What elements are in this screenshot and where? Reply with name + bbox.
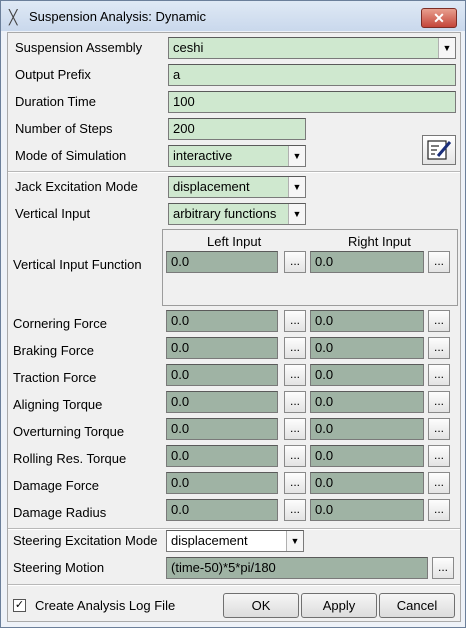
window-title: Suspension Analysis: Dynamic: [29, 9, 207, 24]
force-row-right-browse[interactable]: ...: [428, 445, 450, 467]
force-row-right-browse[interactable]: ...: [428, 310, 450, 332]
checkmark-icon: ✓: [14, 599, 25, 611]
vertical-input-function-right[interactable]: 0.0: [310, 251, 424, 273]
jack-excitation-mode-select[interactable]: displacement ▼: [168, 176, 306, 198]
force-row-right-browse[interactable]: ...: [428, 472, 450, 494]
vertical-input-function-right-browse[interactable]: ...: [428, 251, 450, 273]
force-row-label: Overturning Torque: [13, 424, 125, 439]
vertical-input-function-left-browse[interactable]: ...: [284, 251, 306, 273]
chevron-down-icon[interactable]: ▼: [286, 531, 303, 551]
force-row-right-browse[interactable]: ...: [428, 364, 450, 386]
force-row-right-input[interactable]: 0.0: [310, 445, 424, 467]
force-row-right-input[interactable]: 0.0: [310, 499, 424, 521]
mode-of-simulation-value: interactive: [173, 148, 233, 163]
force-row-left-input[interactable]: 0.0: [166, 391, 278, 413]
force-row-left-input[interactable]: 0.0: [166, 499, 278, 521]
dialog-window: ╳ Suspension Analysis: Dynamic ✕ Suspens…: [0, 0, 466, 628]
vertical-input-select[interactable]: arbitrary functions ▼: [168, 203, 306, 225]
title-bar[interactable]: ╳ Suspension Analysis: Dynamic ✕: [1, 1, 465, 31]
force-row-right-input[interactable]: 0.0: [310, 391, 424, 413]
force-row-right-input[interactable]: 0.0: [310, 418, 424, 440]
force-row-right-browse[interactable]: ...: [428, 391, 450, 413]
cancel-button[interactable]: Cancel: [379, 593, 455, 618]
steering-motion-label: Steering Motion: [13, 560, 105, 575]
force-row-left-browse[interactable]: ...: [284, 337, 306, 359]
output-prefix-label: Output Prefix: [15, 67, 91, 82]
force-row-left-browse[interactable]: ...: [284, 445, 306, 467]
log-file-label: Create Analysis Log File: [35, 598, 176, 613]
force-row-label: Cornering Force: [13, 316, 107, 331]
force-row-label: Damage Force: [13, 478, 99, 493]
section-divider: [8, 584, 460, 586]
force-row-right-browse[interactable]: ...: [428, 418, 450, 440]
right-input-header: Right Input: [348, 234, 411, 249]
force-row-left-browse[interactable]: ...: [284, 499, 306, 521]
force-row-left-browse[interactable]: ...: [284, 472, 306, 494]
vertical-input-function-left[interactable]: 0.0: [166, 251, 278, 273]
jack-excitation-mode-label: Jack Excitation Mode: [15, 179, 138, 194]
force-row-left-input[interactable]: 0.0: [166, 472, 278, 494]
duration-time-input[interactable]: 100: [168, 91, 456, 113]
steering-motion-input[interactable]: (time-50)*5*pi/180: [166, 557, 428, 579]
steering-motion-browse[interactable]: ...: [432, 557, 454, 579]
force-row-right-input[interactable]: 0.0: [310, 337, 424, 359]
force-row-right-browse[interactable]: ...: [428, 337, 450, 359]
left-input-header: Left Input: [207, 234, 262, 249]
force-row-left-input[interactable]: 0.0: [166, 310, 278, 332]
close-button[interactable]: ✕: [421, 8, 457, 28]
notepad-pen-icon: [427, 140, 452, 160]
force-row-left-input[interactable]: 0.0: [166, 364, 278, 386]
vertical-input-function-label: Vertical Input Function: [13, 257, 142, 272]
force-row-left-browse[interactable]: ...: [284, 391, 306, 413]
suspension-assembly-value: ceshi: [173, 40, 204, 55]
duration-time-label: Duration Time: [15, 94, 96, 109]
vertical-input-label: Vertical Input: [15, 206, 91, 221]
force-row-left-input[interactable]: 0.0: [166, 445, 278, 467]
chevron-down-icon[interactable]: ▼: [288, 204, 305, 224]
apply-button[interactable]: Apply: [301, 593, 377, 618]
force-row-label: Rolling Res. Torque: [13, 451, 127, 466]
chevron-down-icon[interactable]: ▼: [288, 146, 305, 166]
chevron-down-icon[interactable]: ▼: [438, 38, 455, 58]
force-row-right-input[interactable]: 0.0: [310, 472, 424, 494]
force-row-label: Traction Force: [13, 370, 97, 385]
number-of-steps-label: Number of Steps: [15, 121, 113, 136]
output-prefix-input[interactable]: a: [168, 64, 456, 86]
chevron-down-icon[interactable]: ▼: [288, 177, 305, 197]
force-row-right-input[interactable]: 0.0: [310, 364, 424, 386]
force-row-left-browse[interactable]: ...: [284, 310, 306, 332]
mode-of-simulation-label: Mode of Simulation: [15, 148, 127, 163]
close-icon: ✕: [433, 10, 445, 26]
number-of-steps-input[interactable]: 200: [168, 118, 306, 140]
force-row-right-browse[interactable]: ...: [428, 499, 450, 521]
force-row-left-browse[interactable]: ...: [284, 418, 306, 440]
suspension-assembly-select[interactable]: ceshi ▼: [168, 37, 456, 59]
log-file-checkbox[interactable]: ✓: [13, 599, 26, 612]
steering-excitation-mode-label: Steering Excitation Mode: [13, 533, 158, 548]
force-row-left-input[interactable]: 0.0: [166, 337, 278, 359]
steering-excitation-mode-value: displacement: [171, 533, 248, 548]
force-row-label: Aligning Torque: [13, 397, 103, 412]
steering-excitation-mode-select[interactable]: displacement ▼: [166, 530, 304, 552]
force-row-right-input[interactable]: 0.0: [310, 310, 424, 332]
dialog-body: Suspension Assembly ceshi ▼ Output Prefi…: [7, 32, 461, 622]
force-row-label: Braking Force: [13, 343, 94, 358]
section-divider: [8, 171, 460, 173]
jack-excitation-mode-value: displacement: [173, 179, 250, 194]
vertical-input-value: arbitrary functions: [173, 206, 277, 221]
force-row-label: Damage Radius: [13, 505, 107, 520]
notepad-button[interactable]: [422, 135, 456, 165]
mode-of-simulation-select[interactable]: interactive ▼: [168, 145, 306, 167]
ok-button[interactable]: OK: [223, 593, 299, 618]
force-row-left-input[interactable]: 0.0: [166, 418, 278, 440]
force-row-left-browse[interactable]: ...: [284, 364, 306, 386]
app-icon: ╳: [9, 9, 18, 25]
suspension-assembly-label: Suspension Assembly: [15, 40, 143, 55]
